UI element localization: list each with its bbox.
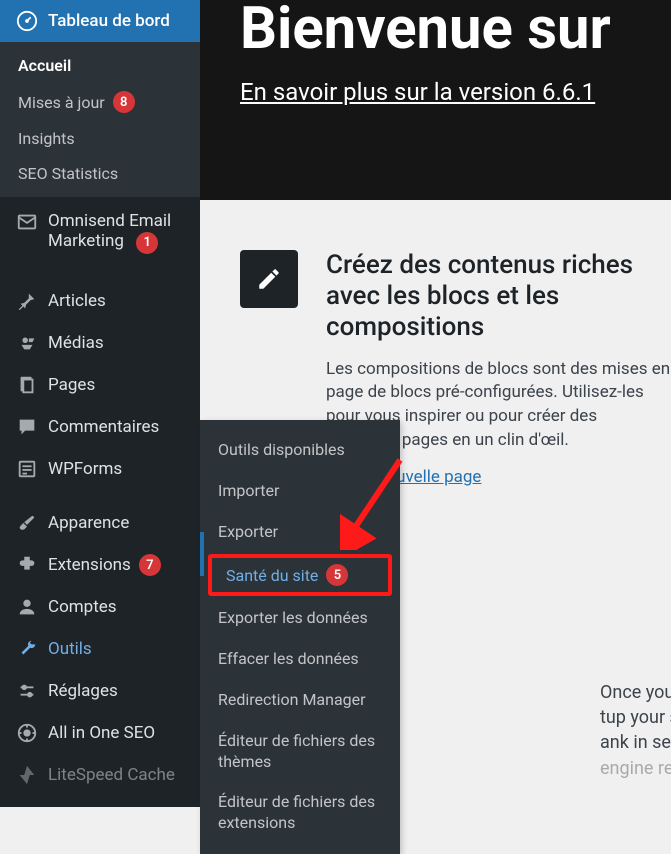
guide-line-1: Once you bbox=[600, 680, 671, 705]
submenu-updates[interactable]: Mises à jour 8 bbox=[0, 83, 200, 121]
menu-aioseo[interactable]: All in One SEO bbox=[0, 712, 200, 754]
flyout-label: Santé du site bbox=[226, 566, 318, 585]
brush-icon bbox=[16, 512, 38, 534]
submenu-label: Mises à jour bbox=[18, 93, 105, 112]
menu-label: WPForms bbox=[48, 459, 122, 479]
aioseo-icon bbox=[16, 722, 38, 744]
seo-guide-panel: Once you tup your site ank in search eng… bbox=[600, 680, 671, 807]
guide-line-2: tup your site bbox=[600, 705, 671, 730]
flyout-edit-extensions[interactable]: Éditeur de fichiers des extensions bbox=[200, 782, 400, 844]
menu-settings[interactable]: Réglages bbox=[0, 670, 200, 712]
submenu-accueil[interactable]: Accueil bbox=[0, 48, 200, 83]
welcome-hero: Bienvenue sur En savoir plus sur la vers… bbox=[200, 0, 671, 200]
menu-label: Apparence bbox=[48, 513, 129, 533]
menu-omnisend[interactable]: Omnisend Email Marketing 1 bbox=[0, 197, 200, 268]
menu-pages[interactable]: Pages bbox=[0, 364, 200, 406]
menu-label: Extensions bbox=[48, 555, 131, 575]
hero-version-link[interactable]: En savoir plus sur la version 6.6.1 bbox=[240, 78, 595, 106]
guide-line-3: ank in search bbox=[600, 730, 671, 755]
menu-wpforms[interactable]: WPForms bbox=[0, 448, 200, 490]
menu-tools[interactable]: Outils bbox=[0, 628, 200, 670]
tools-flyout: Outils disponibles Importer Exporter San… bbox=[200, 420, 400, 854]
menu-appearance[interactable]: Apparence bbox=[0, 502, 200, 544]
update-badge: 8 bbox=[113, 91, 135, 113]
menu-comments[interactable]: Commentaires bbox=[0, 406, 200, 448]
pencil-box bbox=[240, 250, 298, 308]
pencil-icon bbox=[256, 266, 282, 292]
flyout-sante-du-site[interactable]: Santé du site 5 bbox=[208, 554, 392, 596]
menu-label: Commentaires bbox=[48, 417, 159, 437]
omnisend-badge: 1 bbox=[136, 232, 158, 254]
flyout-outils-disponibles[interactable]: Outils disponibles bbox=[200, 430, 400, 471]
submenu-dashboard: Accueil Mises à jour 8 Insights SEO Stat… bbox=[0, 42, 200, 197]
page-icon bbox=[16, 374, 38, 396]
menu-label: Réglages bbox=[48, 681, 118, 701]
menu-label: Pages bbox=[48, 375, 95, 395]
media-icon bbox=[16, 332, 38, 354]
menu-extensions[interactable]: Extensions 7 bbox=[0, 544, 200, 586]
mail-icon bbox=[16, 211, 38, 233]
comment-icon bbox=[16, 416, 38, 438]
extensions-badge: 7 bbox=[139, 554, 161, 576]
menu-dashboard[interactable]: Tableau de bord bbox=[0, 0, 200, 42]
submenu-insights[interactable]: Insights bbox=[0, 121, 200, 156]
plugin-icon bbox=[16, 554, 38, 576]
menu-label: Outils bbox=[48, 639, 92, 659]
hero-title: Bienvenue sur bbox=[240, 0, 671, 58]
guide-line-4: engine results! bbox=[600, 756, 671, 781]
settings-icon bbox=[16, 680, 38, 702]
flyout-edit-themes[interactable]: Éditeur de fichiers des thèmes bbox=[200, 721, 400, 783]
submenu-seo[interactable]: SEO Statistics bbox=[0, 156, 200, 191]
form-icon bbox=[16, 458, 38, 480]
flyout-redirection[interactable]: Redirection Manager bbox=[200, 680, 400, 721]
flyout-effacer-donnees[interactable]: Effacer les données bbox=[200, 639, 400, 680]
menu-media[interactable]: Médias bbox=[0, 322, 200, 364]
flyout-exporter[interactable]: Exporter bbox=[200, 512, 400, 553]
menu-users[interactable]: Comptes bbox=[0, 586, 200, 628]
dashboard-icon bbox=[16, 10, 38, 32]
flyout-importer[interactable]: Importer bbox=[200, 471, 400, 512]
menu-label: Comptes bbox=[48, 597, 117, 617]
admin-sidebar: Tableau de bord Accueil Mises à jour 8 I… bbox=[0, 0, 200, 807]
menu-litespeed[interactable]: LiteSpeed Cache bbox=[0, 754, 200, 796]
tools-icon bbox=[16, 638, 38, 660]
menu-label: Omnisend Email Marketing 1 bbox=[48, 211, 190, 254]
litespeed-icon bbox=[16, 764, 38, 786]
pin-icon bbox=[16, 290, 38, 312]
menu-label: LiteSpeed Cache bbox=[48, 765, 175, 785]
menu-label: Tableau de bord bbox=[48, 11, 170, 31]
menu-articles[interactable]: Articles bbox=[0, 280, 200, 322]
menu-label: All in One SEO bbox=[48, 723, 155, 743]
menu-label: Articles bbox=[48, 291, 106, 311]
welcome-heading: Créez des contenus riches avec les blocs… bbox=[326, 250, 671, 344]
user-icon bbox=[16, 596, 38, 618]
flyout-exporter-donnees[interactable]: Exporter les données bbox=[200, 598, 400, 639]
sante-badge: 5 bbox=[326, 564, 348, 586]
menu-label: Médias bbox=[48, 333, 104, 353]
